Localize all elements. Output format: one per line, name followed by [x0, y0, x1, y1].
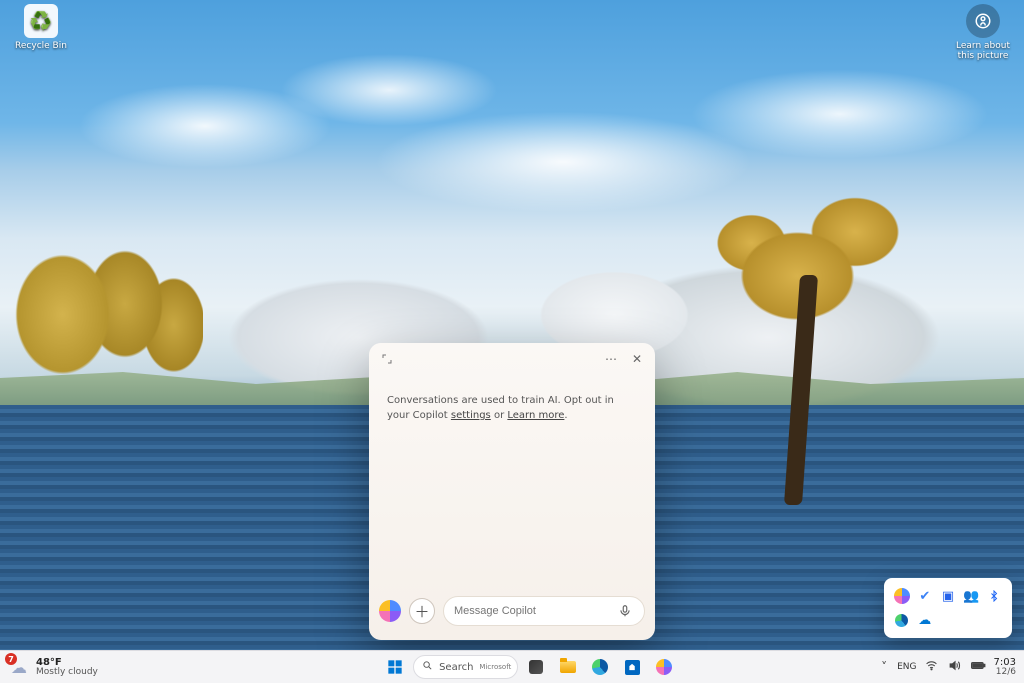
tray-chevron-icon[interactable]: ˅: [879, 660, 889, 674]
taskbar-right: ˅ ENG 7:03 12/6: [879, 657, 1024, 678]
search-brand: Microsoft: [479, 663, 511, 671]
weather-icon: 7: [8, 656, 30, 678]
battery-icon[interactable]: [971, 659, 986, 675]
task-view-button[interactable]: [522, 653, 550, 681]
copilot-window: ⋯ ✕ Conversations are used to train AI. …: [369, 343, 655, 640]
wifi-icon[interactable]: [925, 659, 938, 675]
expand-icon[interactable]: [377, 349, 397, 369]
copilot-taskbar-button[interactable]: [650, 653, 678, 681]
microphone-icon[interactable]: [618, 603, 634, 619]
copilot-message-input[interactable]: [454, 605, 610, 617]
taskbar: 7 48°F Mostly cloudy Search Microsoft: [0, 650, 1024, 683]
recycle-bin-icon[interactable]: ♻️ Recycle Bin: [6, 4, 76, 51]
start-button[interactable]: [381, 653, 409, 681]
copilot-message-field[interactable]: [443, 596, 645, 626]
tray-teams-icon[interactable]: 👥: [962, 586, 981, 606]
copilot-titlebar[interactable]: ⋯ ✕: [369, 343, 655, 375]
clock-date: 12/6: [994, 668, 1016, 678]
store-button[interactable]: [618, 653, 646, 681]
copilot-logo-icon[interactable]: [379, 600, 401, 622]
copilot-body: Conversations are used to train AI. Opt …: [369, 375, 655, 586]
edge-button[interactable]: [586, 653, 614, 681]
weather-widget[interactable]: 7 48°F Mostly cloudy: [0, 656, 180, 678]
file-explorer-button[interactable]: [554, 653, 582, 681]
clock-time: 7:03: [994, 657, 1016, 668]
weather-condition: Mostly cloudy: [36, 668, 98, 678]
tray-bluetooth-icon[interactable]: [985, 586, 1004, 606]
language-indicator[interactable]: ENG: [897, 662, 916, 672]
tray-todo-icon[interactable]: ✔: [915, 586, 934, 606]
clock[interactable]: 7:03 12/6: [994, 657, 1016, 678]
tray-edge-icon[interactable]: [892, 610, 911, 630]
wallpaper-trees-left: [8, 220, 203, 430]
search-icon: [422, 660, 433, 674]
tray-copilot-icon[interactable]: [892, 586, 911, 606]
taskbar-search[interactable]: Search Microsoft: [413, 655, 518, 679]
wallpaper-lone-tree: [694, 155, 924, 505]
copilot-input-bar: ＋: [369, 586, 655, 640]
recycle-bin-label: Recycle Bin: [6, 41, 76, 51]
tray-onedrive-icon[interactable]: ☁: [915, 610, 934, 630]
taskbar-center: Search Microsoft: [180, 653, 879, 681]
learn-about-picture-icon[interactable]: Learn about this picture: [948, 4, 1018, 61]
search-label: Search: [439, 662, 473, 673]
copilot-learn-more-link[interactable]: Learn more: [507, 410, 564, 421]
info-circle-icon: [966, 4, 1000, 38]
learn-about-label: Learn about this picture: [948, 41, 1018, 61]
weather-temp: 48°F: [36, 657, 98, 668]
notification-badge: 7: [5, 653, 17, 665]
copilot-settings-link[interactable]: settings: [451, 410, 491, 421]
tray-phone-link-icon[interactable]: ▣: [938, 586, 957, 606]
add-button[interactable]: ＋: [409, 598, 435, 624]
recycle-icon: ♻️: [24, 4, 58, 38]
volume-icon[interactable]: [948, 659, 961, 675]
close-icon[interactable]: ✕: [627, 349, 647, 369]
desktop: ♻️ Recycle Bin Learn about this picture …: [0, 0, 1024, 683]
system-tray-flyout: ✔ ▣ 👥 ☁: [884, 578, 1012, 638]
more-icon[interactable]: ⋯: [601, 349, 621, 369]
